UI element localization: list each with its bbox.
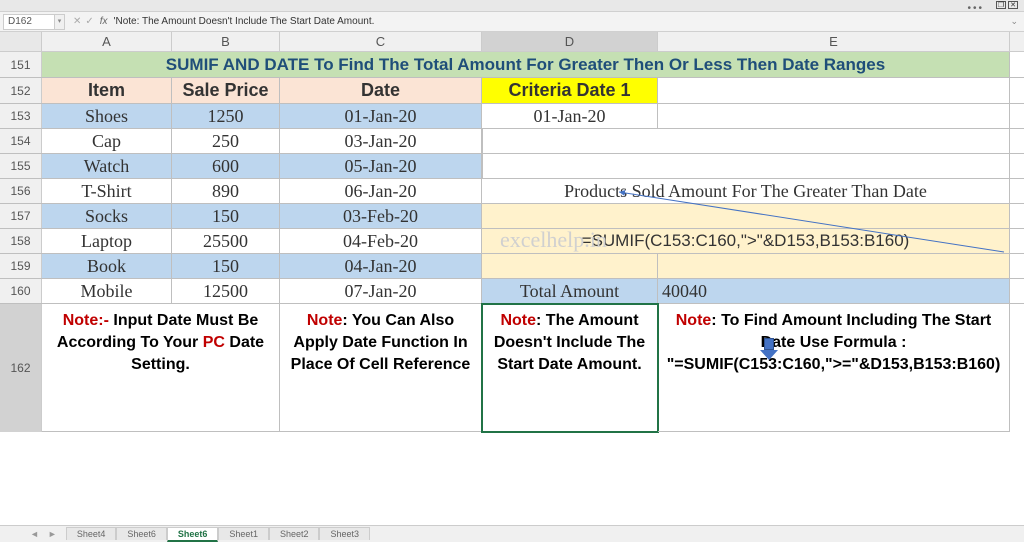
col-header-c[interactable]: C (280, 32, 482, 51)
row-header[interactable]: 160 (0, 279, 42, 303)
tab-nav-prev-icon[interactable]: ◄ (30, 529, 39, 539)
row-header[interactable]: 153 (0, 104, 42, 128)
cell[interactable]: 1250 (172, 104, 280, 128)
row-header[interactable]: 159 (0, 254, 42, 278)
cancel-formula-icon[interactable]: ✕ (73, 16, 81, 27)
cell-de154[interactable] (482, 129, 1010, 153)
cell[interactable]: 03-Jan-20 (280, 129, 482, 153)
cell-e152[interactable] (658, 78, 1010, 103)
sheet-tab[interactable]: Sheet1 (218, 527, 269, 540)
col-header-d[interactable]: D (482, 32, 658, 51)
header-item[interactable]: Item (42, 78, 172, 103)
formula-display-cell[interactable]: =SUMIF(C153:C160,">"&D153,B153:B160) (482, 229, 1010, 253)
table-row: 155 Watch 600 05-Jan-20 (0, 154, 1024, 179)
down-arrow-icon (760, 338, 778, 360)
row-header[interactable]: 162 (0, 304, 42, 432)
cell[interactable]: 600 (172, 154, 280, 178)
sheet-tab[interactable]: Sheet3 (319, 527, 370, 540)
cell[interactable]: 150 (172, 254, 280, 278)
select-all-corner[interactable] (0, 32, 42, 51)
window-titlebar: ••• ❐ ✕ (0, 0, 1024, 12)
cell[interactable]: 04-Feb-20 (280, 229, 482, 253)
total-label-cell[interactable]: Total Amount (482, 279, 658, 303)
table-row: 153 Shoes 1250 01-Jan-20 01-Jan-20 (0, 104, 1024, 129)
note-3-selected[interactable]: Note: The Amount Doesn't Include The Sta… (482, 304, 658, 432)
table-row: 160 Mobile 12500 07-Jan-20 Total Amount … (0, 279, 1024, 304)
enter-formula-icon[interactable]: ✓ (85, 16, 93, 27)
header-price[interactable]: Sale Price (172, 78, 280, 103)
cell-e153[interactable] (658, 104, 1010, 128)
row-header[interactable]: 152 (0, 78, 42, 103)
cell[interactable]: Laptop (42, 229, 172, 253)
title-row: 151 SUMIF AND DATE To Find The Total Amo… (0, 52, 1024, 78)
column-headers: A B C D E (0, 32, 1024, 52)
row-header[interactable]: 154 (0, 129, 42, 153)
notes-row: 162 Note:- Input Date Must Be According … (0, 304, 1024, 432)
namebox-dropdown-icon[interactable]: ▾ (55, 14, 65, 30)
cell[interactable]: T-Shirt (42, 179, 172, 203)
title-cell[interactable]: SUMIF AND DATE To Find The Total Amount … (42, 52, 1010, 77)
col-header-b[interactable]: B (172, 32, 280, 51)
name-box[interactable]: D162 (3, 14, 55, 30)
row-header[interactable]: 157 (0, 204, 42, 228)
cell[interactable]: 890 (172, 179, 280, 203)
cell[interactable]: Socks (42, 204, 172, 228)
note-4[interactable]: Note: To Find Amount Including The Start… (658, 304, 1010, 432)
table-row: 154 Cap 250 03-Jan-20 (0, 129, 1024, 154)
formula-bar-row: D162 ▾ ✕ ✓ fx 'Note: The Amount Doesn't … (0, 12, 1024, 32)
sheet-tab[interactable]: Sheet2 (269, 527, 320, 540)
fx-icon[interactable]: fx (100, 16, 108, 27)
cell[interactable]: 01-Jan-20 (280, 104, 482, 128)
cell[interactable]: 12500 (172, 279, 280, 303)
note-1[interactable]: Note:- Input Date Must Be According To Y… (42, 304, 280, 432)
sheet-tab[interactable]: Sheet4 (66, 527, 117, 540)
restore-icon[interactable]: ❐ (996, 1, 1006, 9)
formula-cell-upper[interactable] (482, 204, 1010, 228)
total-value-cell[interactable]: 40040 (658, 279, 1010, 303)
table-row: 156 T-Shirt 890 06-Jan-20 Products Sold … (0, 179, 1024, 204)
more-icon[interactable]: ••• (967, 3, 984, 14)
cell-e159[interactable] (658, 254, 1010, 278)
header-criteria[interactable]: Criteria Date 1 (482, 78, 658, 103)
spreadsheet-grid[interactable]: A B C D E 151 SUMIF AND DATE To Find The… (0, 32, 1024, 525)
row-header[interactable]: 155 (0, 154, 42, 178)
cell[interactable]: 07-Jan-20 (280, 279, 482, 303)
cell[interactable]: 05-Jan-20 (280, 154, 482, 178)
cell[interactable]: 04-Jan-20 (280, 254, 482, 278)
row-header[interactable]: 158 (0, 229, 42, 253)
cell[interactable]: Watch (42, 154, 172, 178)
sheet-tab[interactable]: Sheet6 (167, 527, 219, 542)
criteria-date-cell[interactable]: 01-Jan-20 (482, 104, 658, 128)
cell[interactable]: 250 (172, 129, 280, 153)
header-date[interactable]: Date (280, 78, 482, 103)
sheet-tabs-bar: ◄ ► Sheet4Sheet6Sheet6Sheet1Sheet2Sheet3 (0, 525, 1024, 542)
cell[interactable]: 25500 (172, 229, 280, 253)
cell[interactable]: Shoes (42, 104, 172, 128)
tab-nav-next-icon[interactable]: ► (48, 529, 57, 539)
description-cell[interactable]: Products Sold Amount For The Greater Tha… (482, 179, 1010, 203)
cell[interactable]: Book (42, 254, 172, 278)
row-header[interactable]: 151 (0, 52, 42, 77)
sheet-tab[interactable]: Sheet6 (116, 527, 167, 540)
cell-de155[interactable] (482, 154, 1010, 178)
close-icon[interactable]: ✕ (1008, 1, 1018, 9)
note-2[interactable]: Note: You Can Also Apply Date Function I… (280, 304, 482, 432)
col-header-a[interactable]: A (42, 32, 172, 51)
table-row: 159 Book 150 04-Jan-20 (0, 254, 1024, 279)
cell[interactable]: 150 (172, 204, 280, 228)
cell[interactable]: Cap (42, 129, 172, 153)
cell[interactable]: 03-Feb-20 (280, 204, 482, 228)
cell[interactable]: Mobile (42, 279, 172, 303)
table-row: 158 Laptop 25500 04-Feb-20 =SUMIF(C153:C… (0, 229, 1024, 254)
cell[interactable]: 06-Jan-20 (280, 179, 482, 203)
col-header-e[interactable]: E (658, 32, 1010, 51)
expand-formula-bar-icon[interactable]: ⌄ (1010, 16, 1018, 27)
formula-bar-input[interactable]: 'Note: The Amount Doesn't Include The St… (114, 16, 375, 27)
row-header[interactable]: 156 (0, 179, 42, 203)
table-row: 157 Socks 150 03-Feb-20 (0, 204, 1024, 229)
header-row: 152 Item Sale Price Date Criteria Date 1 (0, 78, 1024, 104)
cell-d159[interactable] (482, 254, 658, 278)
